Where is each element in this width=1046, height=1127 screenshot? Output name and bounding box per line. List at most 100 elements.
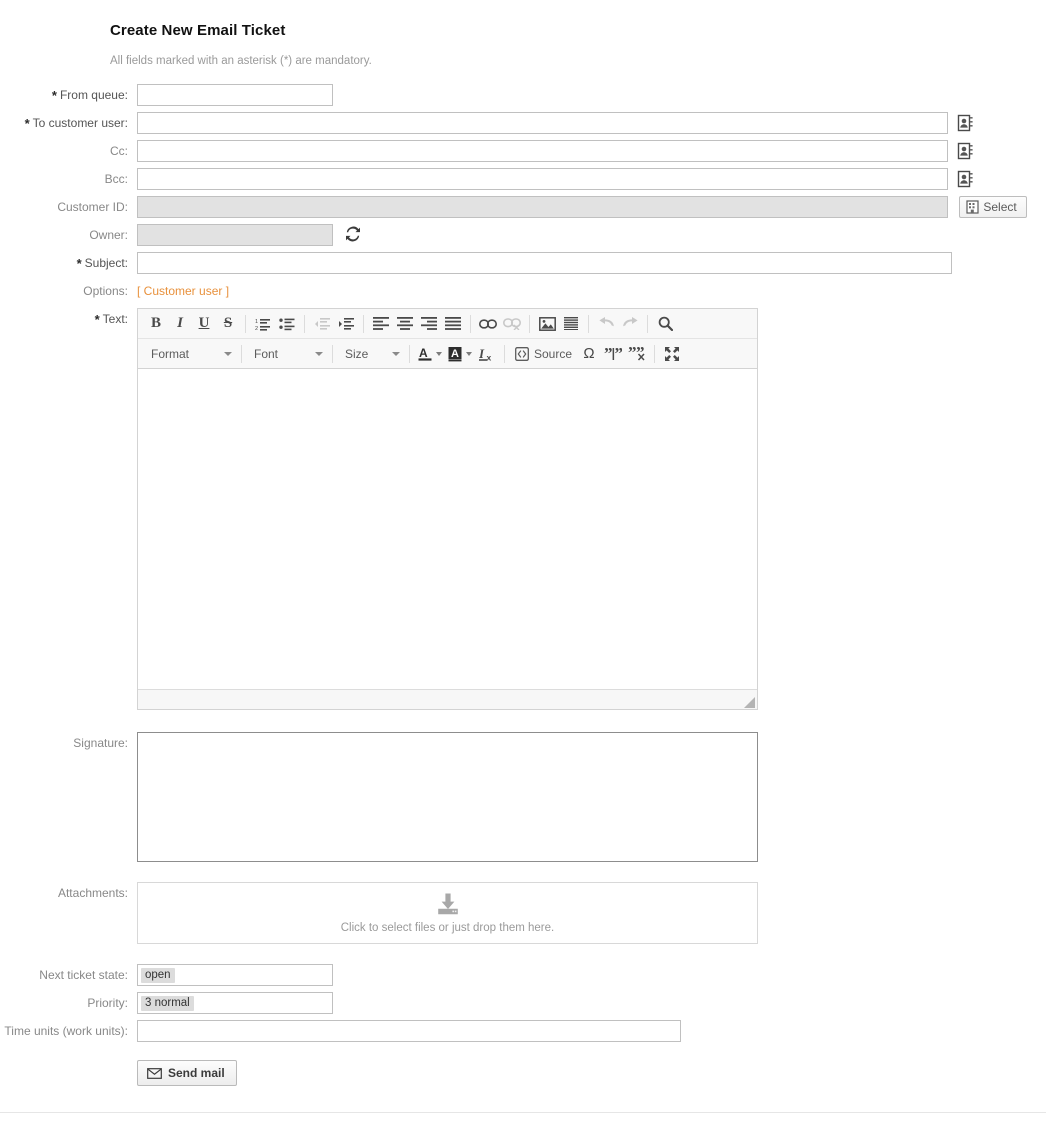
field-time-units	[137, 1020, 1046, 1042]
send-mail-button-label: Send mail	[168, 1066, 225, 1080]
field-owner	[137, 224, 1046, 246]
label-to-customer-user: *To customer user:	[0, 112, 128, 135]
align-left-icon[interactable]	[369, 312, 393, 336]
label-customer-id: Customer ID:	[0, 196, 128, 218]
cc-input[interactable]	[137, 140, 948, 162]
link-icon[interactable]	[476, 312, 500, 336]
send-mail-button[interactable]: Send mail	[137, 1060, 237, 1086]
to-customer-user-input[interactable]	[137, 112, 948, 134]
toolbar-separator	[504, 345, 505, 363]
svg-text:2: 2	[255, 326, 258, 331]
form-row-signature: Signature:	[0, 732, 1046, 862]
special-character-icon[interactable]: Ω	[577, 342, 601, 366]
horizontal-rule-icon[interactable]	[559, 312, 583, 336]
required-asterisk: *	[25, 116, 30, 131]
size-dropdown[interactable]: Size	[338, 342, 404, 366]
customer-user-option-link[interactable]: [ Customer user ]	[137, 280, 229, 302]
attachment-dropzone-text: Click to select files or just drop them …	[341, 922, 554, 934]
priority-value: 3 normal	[141, 996, 194, 1011]
label-subject: *Subject:	[0, 252, 128, 275]
svg-text:A: A	[419, 346, 428, 360]
attachment-dropzone[interactable]: Click to select files or just drop them …	[137, 882, 758, 944]
align-center-icon[interactable]	[393, 312, 417, 336]
subject-input[interactable]	[137, 252, 952, 274]
editor-toolbar-row-2: Format Font Size A	[138, 339, 757, 369]
from-queue-input[interactable]	[137, 84, 333, 106]
toolbar-separator	[332, 345, 333, 363]
blockquote-icon[interactable]: ””	[601, 342, 625, 366]
bcc-input[interactable]	[137, 168, 948, 190]
font-dropdown[interactable]: Font	[247, 342, 327, 366]
address-book-icon-to[interactable]	[957, 114, 974, 132]
field-submit: Send mail	[137, 1060, 1046, 1086]
select-customer-button[interactable]: Select	[959, 196, 1026, 218]
label-owner: Owner:	[0, 224, 128, 246]
label-cc: Cc:	[0, 140, 128, 162]
svg-text:”: ”	[615, 347, 623, 361]
field-priority: 3 normal	[137, 992, 1046, 1014]
form-row-bcc: Bcc:	[0, 168, 1046, 190]
outdent-icon	[310, 312, 334, 336]
find-icon[interactable]	[653, 312, 677, 336]
customer-id-input[interactable]	[137, 196, 948, 218]
field-to-customer-user	[137, 112, 1046, 134]
numbered-list-icon[interactable]: 12	[251, 312, 275, 336]
editor-footer-bar	[138, 689, 757, 709]
indent-icon[interactable]	[334, 312, 358, 336]
bulleted-list-icon[interactable]	[275, 312, 299, 336]
form-row-submit: Send mail	[0, 1060, 1046, 1086]
label-attachments: Attachments:	[0, 882, 128, 904]
image-icon[interactable]	[535, 312, 559, 336]
address-book-icon-cc[interactable]	[957, 142, 974, 160]
toolbar-separator	[245, 315, 246, 333]
form-row-owner: Owner:	[0, 224, 1046, 246]
field-from-queue	[137, 84, 1046, 106]
field-options: [ Customer user ]	[137, 280, 1046, 302]
chevron-down-icon	[315, 352, 323, 356]
rich-text-editor: B I U S 12	[137, 308, 758, 710]
toolbar-separator	[470, 315, 471, 333]
underline-icon[interactable]: U	[192, 312, 216, 336]
editor-content-area[interactable]	[138, 369, 757, 689]
footer-divider	[0, 1112, 1046, 1113]
signature-textarea[interactable]	[137, 732, 758, 862]
svg-text:1: 1	[255, 319, 258, 325]
label-signature: Signature:	[0, 732, 128, 754]
remove-quote-icon[interactable]: ””	[625, 342, 649, 366]
toolbar-separator	[654, 345, 655, 363]
priority-select[interactable]: 3 normal	[137, 992, 333, 1014]
editor-resize-handle[interactable]	[744, 697, 755, 708]
italic-icon[interactable]: I	[168, 312, 192, 336]
background-color-icon[interactable]: A	[445, 342, 475, 366]
strikethrough-icon[interactable]: S	[216, 312, 240, 336]
refresh-icon[interactable]	[345, 226, 363, 244]
label-options: Options:	[0, 280, 128, 302]
bold-icon[interactable]: B	[144, 312, 168, 336]
toolbar-separator	[409, 345, 410, 363]
address-book-icon-bcc[interactable]	[957, 170, 974, 188]
label-next-ticket-state: Next ticket state:	[0, 964, 128, 986]
select-button-label: Select	[983, 200, 1016, 214]
required-asterisk: *	[77, 256, 82, 271]
time-units-input[interactable]	[137, 1020, 681, 1042]
align-right-icon[interactable]	[417, 312, 441, 336]
format-dropdown[interactable]: Format	[144, 342, 236, 366]
field-attachments: Click to select files or just drop them …	[137, 882, 1046, 944]
maximize-icon[interactable]	[660, 342, 684, 366]
owner-input[interactable]	[137, 224, 333, 246]
field-customer-id: Select	[137, 196, 1046, 218]
field-text: B I U S 12	[137, 308, 1046, 710]
text-color-icon[interactable]: A	[415, 342, 445, 366]
unlink-icon	[500, 312, 524, 336]
undo-icon	[594, 312, 618, 336]
field-subject	[137, 252, 1046, 274]
align-justify-icon[interactable]	[441, 312, 465, 336]
label-bcc: Bcc:	[0, 168, 128, 190]
chevron-down-icon	[436, 352, 442, 356]
source-button[interactable]: Source	[510, 342, 577, 366]
svg-text:A: A	[451, 348, 459, 360]
label-text: *Text:	[0, 308, 128, 331]
remove-format-icon[interactable]: Ix	[475, 342, 499, 366]
form-row-to-customer-user: *To customer user:	[0, 112, 1046, 134]
next-ticket-state-select[interactable]: open	[137, 964, 333, 986]
